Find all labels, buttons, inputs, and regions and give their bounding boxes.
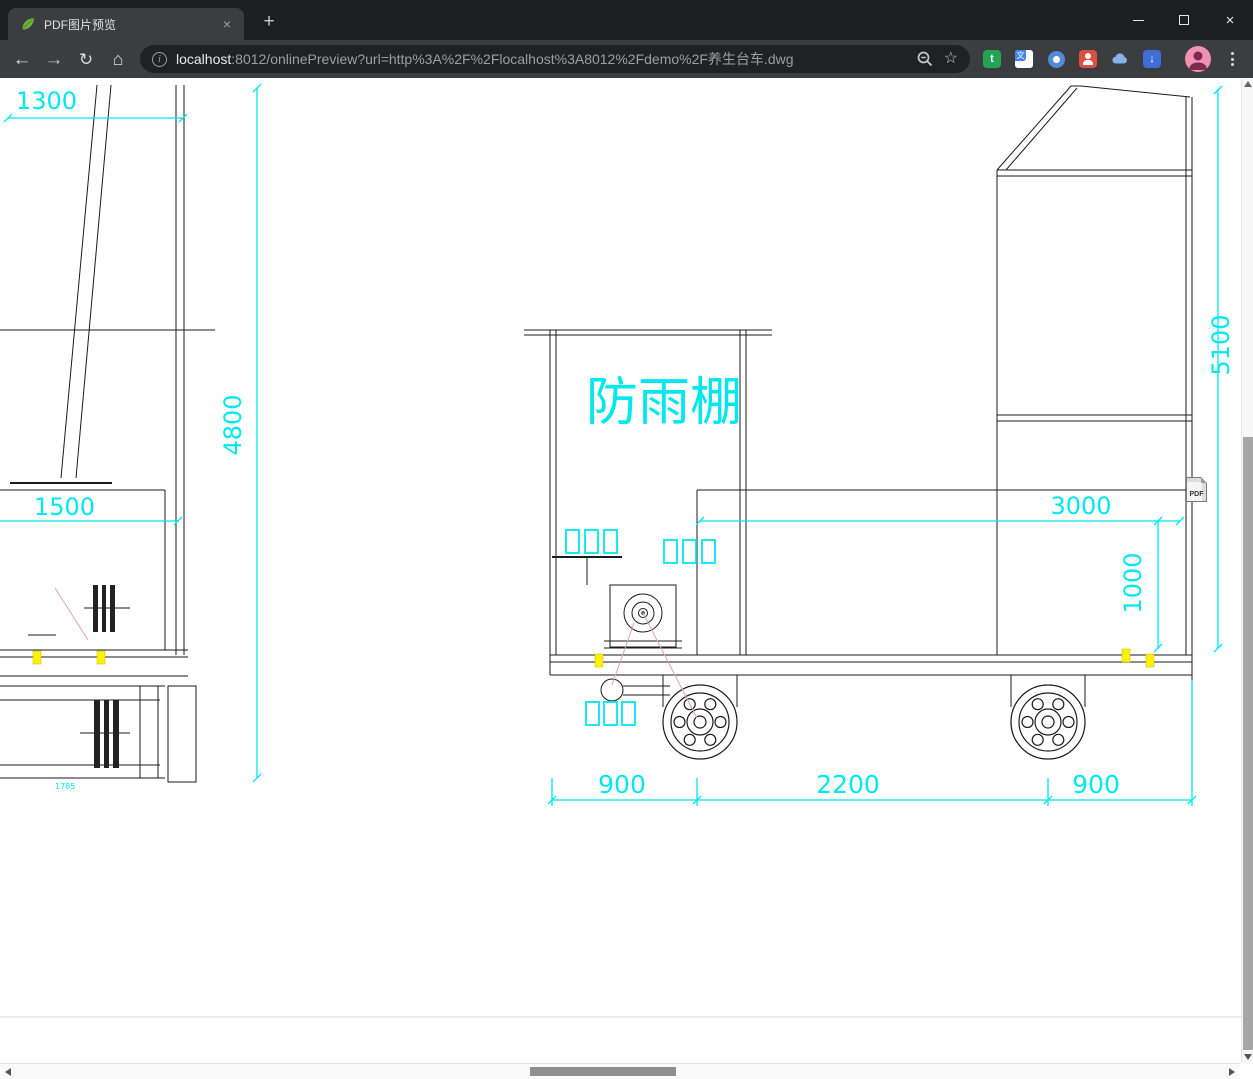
horizontal-scrollbar-thumb[interactable] xyxy=(530,1067,676,1076)
dim-label-1500: 1500 xyxy=(34,493,95,521)
tab-title: PDF图片预览 xyxy=(44,17,117,32)
browser-toolbar: ← → ↻ ⌂ i localhost:8012/onlinePreview?u… xyxy=(0,40,1253,78)
window-minimize-button[interactable] xyxy=(1115,0,1161,40)
dim-label-1000: 1000 xyxy=(1119,552,1147,613)
cad-wheel-right xyxy=(1010,684,1086,760)
extension-icon-blue-arrow[interactable]: ↓ xyxy=(1142,49,1162,69)
close-icon: × xyxy=(1225,11,1235,29)
zoom-icon[interactable] xyxy=(916,50,934,68)
browser-tab[interactable]: PDF图片预览 × xyxy=(8,8,244,40)
avatar-person-icon xyxy=(1189,51,1207,70)
extension-icon-green[interactable]: t xyxy=(982,49,1002,69)
vertical-scrollbar-thumb[interactable] xyxy=(1243,437,1253,1050)
page-content: 1300 4800 1500 1785 5100 3000 1000 900 2… xyxy=(0,78,1253,1063)
cloud-icon xyxy=(1112,53,1127,64)
page-info-icon[interactable]: i xyxy=(152,51,167,67)
cad-leader-lines xyxy=(54,587,698,719)
dim-label-900-left: 900 xyxy=(598,770,646,799)
pdf-fold-corner xyxy=(1201,477,1207,483)
pdf-file-icon[interactable]: PDF xyxy=(1186,477,1207,502)
profile-avatar[interactable] xyxy=(1185,46,1211,72)
url-text[interactable]: localhost:8012/onlinePreview?url=http%3A… xyxy=(176,49,916,69)
blue-arrow-glyph: ↓ xyxy=(1143,50,1161,68)
forward-button[interactable]: → xyxy=(41,47,67,73)
scrollbar-corner xyxy=(1240,1063,1253,1079)
horizontal-scrollbar[interactable] xyxy=(0,1063,1253,1079)
cloud-extension-icon[interactable] xyxy=(1110,49,1130,69)
dim-label-2200: 2200 xyxy=(816,770,880,799)
browser-window: PDF图片预览 × + × ← → ↻ ⌂ i localhost:8012/o… xyxy=(0,0,1253,1079)
browser-titlebar: PDF图片预览 × + × xyxy=(0,0,1253,40)
extensions-bar: t 文 ↓ xyxy=(982,49,1162,69)
window-close-button[interactable]: × xyxy=(1207,0,1253,40)
translate-extension-icon[interactable]: 文 xyxy=(1014,49,1034,69)
scroll-right-arrow[interactable] xyxy=(1229,1068,1235,1076)
extension-green-glyph: t xyxy=(983,50,1001,68)
extension-icon-red-person[interactable] xyxy=(1078,49,1098,69)
window-maximize-button[interactable] xyxy=(1161,0,1207,40)
cad-drawing: 1300 4800 1500 1785 5100 3000 1000 900 2… xyxy=(0,83,1241,1018)
dim-label-1785: 1785 xyxy=(55,782,75,791)
scroll-up-arrow[interactable] xyxy=(1244,81,1252,87)
browser-menu-button[interactable] xyxy=(1224,50,1240,68)
scroll-down-arrow[interactable] xyxy=(1244,1054,1252,1060)
cad-black-lines xyxy=(0,84,1193,783)
dim-label-4800: 4800 xyxy=(219,394,247,455)
blue-ring xyxy=(1047,50,1065,68)
extension-icon-blue-ring[interactable] xyxy=(1046,49,1066,69)
dim-label-5100: 5100 xyxy=(1207,314,1235,375)
address-bar[interactable]: i localhost:8012/onlinePreview?url=http%… xyxy=(140,45,970,73)
back-button[interactable]: ← xyxy=(9,47,35,73)
red-person-head xyxy=(1085,53,1091,59)
cad-dimension-labels: 1300 4800 1500 1785 5100 3000 1000 900 2… xyxy=(16,87,1235,799)
canopy-label: 防雨棚 xyxy=(586,373,742,433)
maximize-icon xyxy=(1179,15,1189,25)
url-path: :8012/onlinePreview?url=http%3A%2F%2Floc… xyxy=(231,51,794,67)
tab-close-icon[interactable]: × xyxy=(218,15,236,33)
cad-highlight-marks xyxy=(32,648,1155,668)
minimize-icon xyxy=(1132,19,1144,21)
home-button[interactable]: ⌂ xyxy=(105,47,131,73)
dim-label-3000: 3000 xyxy=(1050,492,1111,520)
dim-label-1300: 1300 xyxy=(16,87,77,115)
window-controls: × xyxy=(1115,0,1253,40)
reload-button[interactable]: ↻ xyxy=(73,47,99,73)
bookmark-star-icon[interactable]: ☆ xyxy=(944,51,958,67)
url-host: localhost xyxy=(176,51,232,67)
translate-glyph: 文 xyxy=(1015,50,1026,61)
pdf-badge-label: PDF xyxy=(1189,491,1204,498)
dim-label-900-right: 900 xyxy=(1072,770,1120,799)
cad-wheel-left xyxy=(662,684,738,760)
translate-box: 文 xyxy=(1015,50,1033,68)
red-person-body xyxy=(1083,60,1093,65)
spring-leaf-favicon xyxy=(22,18,34,30)
vertical-scrollbar[interactable] xyxy=(1241,78,1253,1063)
scroll-left-arrow[interactable] xyxy=(5,1068,11,1076)
new-tab-button[interactable]: + xyxy=(256,9,282,35)
red-box xyxy=(1079,50,1097,68)
